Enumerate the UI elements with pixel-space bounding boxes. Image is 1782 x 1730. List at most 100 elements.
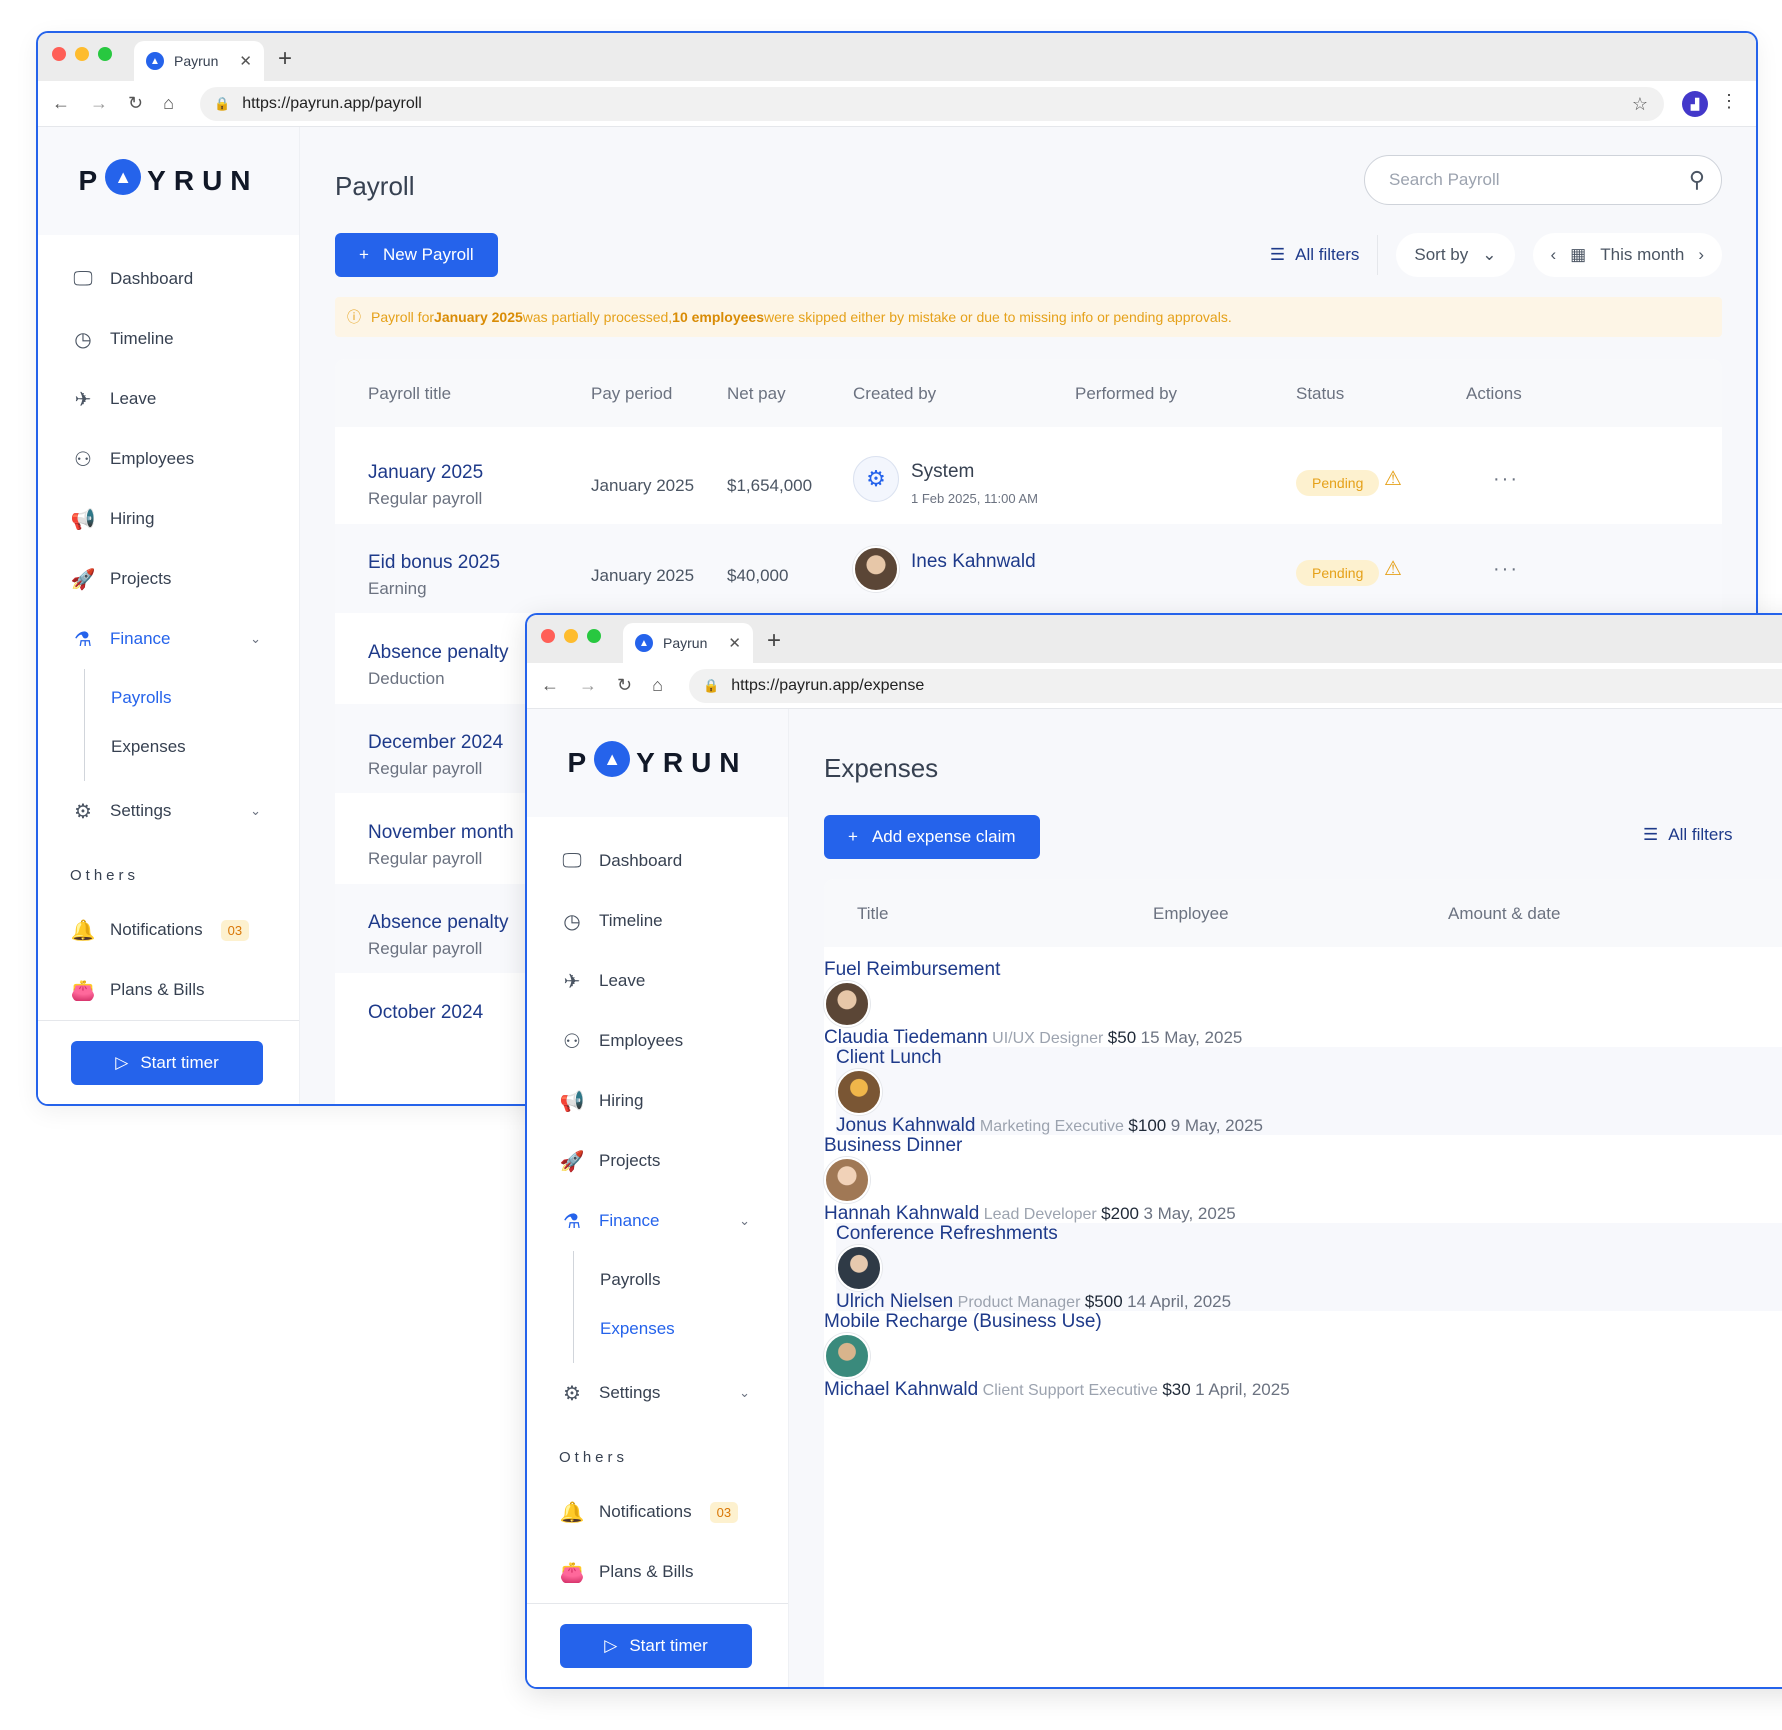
bookmark-star-icon[interactable]: ☆ xyxy=(1632,94,1648,115)
column-header[interactable]: Pay period xyxy=(591,384,672,404)
column-header[interactable]: Created by xyxy=(853,384,936,404)
sidebar-item-payrolls[interactable]: Payrolls xyxy=(85,673,299,722)
search-icon[interactable]: ⚲ xyxy=(1689,167,1705,193)
payroll-title-link[interactable]: Eid bonus 2025 xyxy=(368,552,500,574)
browser-tab[interactable]: ▲ Payrun ✕ xyxy=(134,41,264,81)
close-window-button[interactable] xyxy=(541,629,555,643)
table-row[interactable]: Business Dinner Hannah Kahnwald Lead Dev… xyxy=(824,1135,1782,1224)
sidebar-item-dashboard[interactable]: 🖵 Dashboard xyxy=(527,831,788,891)
browser-menu-icon[interactable]: ⋮ xyxy=(1720,91,1738,112)
table-row[interactable]: Conference Refreshments Ulrich Nielsen P… xyxy=(836,1223,1782,1312)
sidebar-item-employees[interactable]: ⚇ Employees xyxy=(527,1011,788,1071)
sidebar-item-employees[interactable]: ⚇ Employees xyxy=(38,429,299,489)
warning-icon[interactable]: ⚠ xyxy=(1384,466,1402,491)
sidebar-item-expenses[interactable]: Expenses xyxy=(574,1304,788,1353)
minimize-window-button[interactable] xyxy=(564,629,578,643)
column-header[interactable]: Net pay xyxy=(727,384,786,404)
table-row[interactable]: Fuel Reimbursement Claudia Tiedemann UI/… xyxy=(824,959,1782,1048)
forward-icon[interactable]: → xyxy=(90,93,108,114)
sidebar-item-projects[interactable]: 🚀 Projects xyxy=(38,549,299,609)
home-icon[interactable]: ⌂ xyxy=(163,93,174,114)
sidebar-item-settings[interactable]: ⚙ Settings ⌄ xyxy=(527,1363,788,1423)
sort-by-dropdown[interactable]: Sort by ⌄ xyxy=(1396,233,1515,277)
employee-name[interactable]: Jonus Kahnwald xyxy=(836,1115,975,1136)
payroll-title-link[interactable]: October 2024 xyxy=(368,1002,483,1024)
chevron-right-icon[interactable]: › xyxy=(1698,245,1704,265)
back-icon[interactable]: ← xyxy=(541,675,559,696)
sidebar-item-leave[interactable]: ✈ Leave xyxy=(527,951,788,1011)
window-controls[interactable] xyxy=(52,47,112,61)
table-row[interactable]: Eid bonus 2025 Earning January 2025 $40,… xyxy=(335,523,1722,613)
expense-title-link[interactable]: Conference Refreshments xyxy=(836,1223,1058,1244)
sidebar-item-hiring[interactable]: 📢 Hiring xyxy=(38,489,299,549)
new-tab-icon[interactable]: + xyxy=(278,45,292,73)
url-field[interactable]: 🔒 https://payrun.app/payroll ☆ xyxy=(200,87,1664,121)
column-header[interactable]: Amount & date xyxy=(1448,904,1560,924)
payroll-title-link[interactable]: December 2024 xyxy=(368,732,503,754)
sidebar-item-finance[interactable]: ⚗ Finance ⌄ xyxy=(38,609,299,669)
sidebar-item-timeline[interactable]: ◷ Timeline xyxy=(38,309,299,369)
expense-title-link[interactable]: Client Lunch xyxy=(836,1047,942,1068)
payroll-title-link[interactable]: January 2025 xyxy=(368,462,483,484)
employee-name[interactable]: Hannah Kahnwald xyxy=(824,1203,979,1224)
sidebar-item-notifications[interactable]: 🔔 Notifications 03 xyxy=(527,1482,788,1542)
sidebar-item-plans[interactable]: 👛 Plans & Bills xyxy=(38,960,299,1020)
close-tab-icon[interactable]: ✕ xyxy=(239,52,252,70)
table-row[interactable]: Client Lunch Jonus Kahnwald Marketing Ex… xyxy=(836,1047,1782,1136)
payroll-title-link[interactable]: Absence penalty xyxy=(368,912,509,934)
sidebar-item-notifications[interactable]: 🔔 Notifications 03 xyxy=(38,900,299,960)
column-header[interactable]: Status xyxy=(1296,384,1344,404)
sidebar-item-finance[interactable]: ⚗ Finance ⌄ xyxy=(527,1191,788,1251)
home-icon[interactable]: ⌂ xyxy=(652,675,663,696)
employee-name[interactable]: Michael Kahnwald xyxy=(824,1379,978,1400)
sidebar-item-leave[interactable]: ✈ Leave xyxy=(38,369,299,429)
start-timer-button[interactable]: ▷ Start timer xyxy=(71,1041,263,1085)
payroll-title-link[interactable]: November month xyxy=(368,822,514,844)
expense-title-link[interactable]: Mobile Recharge (Business Use) xyxy=(824,1311,1102,1332)
maximize-window-button[interactable] xyxy=(587,629,601,643)
close-tab-icon[interactable]: ✕ xyxy=(728,634,741,652)
chevron-left-icon[interactable]: ‹ xyxy=(1551,245,1557,265)
browser-tab[interactable]: ▲ Payrun ✕ xyxy=(623,623,753,663)
date-range-picker[interactable]: ‹ ▦ This month › xyxy=(1532,233,1722,277)
payroll-title-link[interactable]: Absence penalty xyxy=(368,642,509,664)
search-input[interactable]: Search Payroll ⚲ xyxy=(1364,155,1722,205)
expense-title-link[interactable]: Fuel Reimbursement xyxy=(824,959,1000,980)
close-window-button[interactable] xyxy=(52,47,66,61)
sidebar-item-timeline[interactable]: ◷ Timeline xyxy=(527,891,788,951)
employee-name[interactable]: Ulrich Nielsen xyxy=(836,1291,953,1312)
warning-icon[interactable]: ⚠ xyxy=(1384,556,1402,581)
sidebar-item-payrolls[interactable]: Payrolls xyxy=(574,1255,788,1304)
start-timer-button[interactable]: ▷ Start timer xyxy=(560,1624,752,1668)
created-by-name[interactable]: Ines Kahnwald xyxy=(911,551,1036,573)
new-tab-icon[interactable]: + xyxy=(767,627,781,655)
sidebar-item-hiring[interactable]: 📢 Hiring xyxy=(527,1071,788,1131)
table-row[interactable]: Mobile Recharge (Business Use) Michael K… xyxy=(824,1311,1782,1400)
add-expense-claim-button[interactable]: + Add expense claim xyxy=(824,815,1040,859)
column-header[interactable]: Title xyxy=(857,904,889,924)
extension-icon[interactable]: ▟ xyxy=(1682,91,1708,117)
all-filters-button[interactable]: ☰ All filters xyxy=(1643,825,1732,845)
column-header[interactable]: Employee xyxy=(1153,904,1229,924)
sidebar-item-settings[interactable]: ⚙ Settings ⌄ xyxy=(38,781,299,841)
sidebar-item-expenses[interactable]: Expenses xyxy=(85,722,299,771)
sidebar-item-plans[interactable]: 👛 Plans & Bills xyxy=(527,1542,788,1602)
maximize-window-button[interactable] xyxy=(98,47,112,61)
back-icon[interactable]: ← xyxy=(52,93,70,114)
window-controls[interactable] xyxy=(541,629,601,643)
url-field[interactable]: 🔒 https://payrun.app/expense xyxy=(689,669,1782,703)
table-row[interactable]: January 2025 Regular payroll January 202… xyxy=(335,433,1722,523)
row-actions-icon[interactable]: ··· xyxy=(1493,468,1519,491)
reload-icon[interactable]: ↻ xyxy=(128,93,143,114)
employee-name[interactable]: Claudia Tiedemann xyxy=(824,1027,988,1048)
all-filters-button[interactable]: ☰ All filters xyxy=(1270,235,1379,275)
reload-icon[interactable]: ↻ xyxy=(617,675,632,696)
expense-title-link[interactable]: Business Dinner xyxy=(824,1135,962,1156)
forward-icon[interactable]: → xyxy=(579,675,597,696)
new-payroll-button[interactable]: + New Payroll xyxy=(335,233,498,277)
column-header[interactable]: Payroll title xyxy=(368,384,451,404)
sidebar-item-dashboard[interactable]: 🖵 Dashboard xyxy=(38,249,299,309)
column-header[interactable]: Performed by xyxy=(1075,384,1177,404)
sidebar-item-projects[interactable]: 🚀 Projects xyxy=(527,1131,788,1191)
minimize-window-button[interactable] xyxy=(75,47,89,61)
